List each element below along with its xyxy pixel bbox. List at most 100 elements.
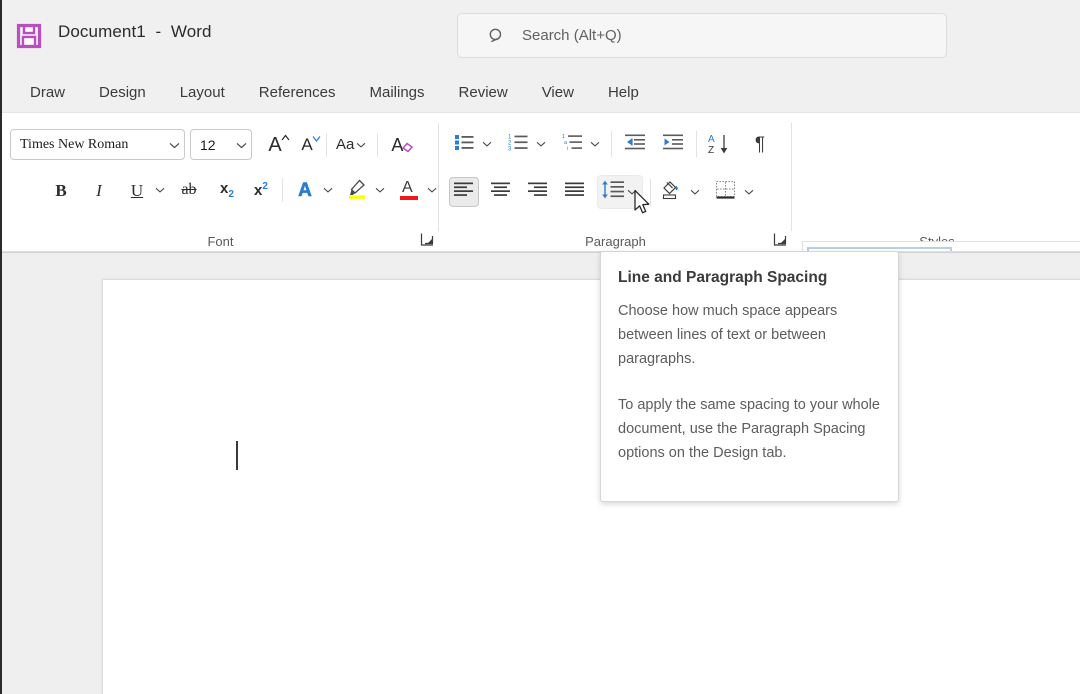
multilevel-list-button[interactable]: 1 a i (557, 129, 587, 159)
highlight-chevron-down-icon[interactable] (372, 175, 388, 205)
font-color-icon: A (398, 179, 420, 201)
tab-design[interactable]: Design (99, 80, 146, 105)
font-color-button[interactable]: A (394, 175, 424, 205)
tab-review[interactable]: Review (459, 80, 508, 105)
change-case-button[interactable]: Aa (331, 130, 373, 160)
tab-references[interactable]: References (259, 80, 336, 105)
strikethrough-button[interactable]: ab (174, 175, 204, 205)
align-right-button[interactable] (523, 177, 553, 207)
tab-view[interactable]: View (542, 80, 574, 105)
tab-layout[interactable]: Layout (180, 80, 225, 105)
multilevel-list-icon: 1 a i (562, 133, 583, 156)
mouse-cursor-icon (634, 190, 652, 217)
show-formatting-marks-button[interactable]: ¶ (745, 129, 775, 159)
text-effects-icon: A (298, 181, 312, 200)
text-effects-chevron-down-icon[interactable] (320, 175, 336, 205)
subscript-button[interactable]: x2 (212, 175, 242, 205)
divider (696, 131, 697, 157)
font-size-combo[interactable]: 12 (190, 129, 252, 160)
shading-chevron-down-icon[interactable] (687, 177, 703, 207)
multilevel-list-chevron-down-icon[interactable] (587, 129, 603, 159)
line-and-paragraph-spacing-icon (601, 180, 625, 204)
ribbon-group-font: Times New Roman 12 A (2, 113, 439, 253)
clear-formatting-icon: A (391, 136, 403, 154)
chevron-down-icon (163, 136, 180, 154)
grow-font-icon: A (268, 135, 281, 155)
italic-button[interactable]: I (84, 175, 114, 205)
search-input-placeholder[interactable]: Search (Alt+Q) (522, 27, 622, 44)
subscript-index: 2 (228, 189, 234, 200)
borders-icon (715, 180, 737, 205)
bold-icon: B (55, 182, 66, 199)
shrink-font-icon: A (301, 136, 312, 153)
numbering-chevron-down-icon[interactable] (533, 129, 549, 159)
numbering-button[interactable]: 1 2 3 (503, 129, 533, 159)
svg-text:Z: Z (708, 145, 714, 155)
highlighter-icon (346, 177, 368, 204)
shading-icon (661, 180, 683, 205)
underline-chevron-down-icon[interactable] (152, 175, 168, 205)
document-canvas[interactable] (2, 252, 1080, 694)
justify-button[interactable] (560, 177, 590, 207)
increase-indent-button[interactable] (658, 129, 688, 159)
bold-button[interactable]: B (46, 175, 76, 205)
line-spacing-tooltip: Line and Paragraph Spacing Choose how mu… (600, 251, 899, 502)
align-left-icon (454, 182, 474, 203)
font-dialog-launcher[interactable] (420, 232, 436, 248)
grow-font-button[interactable]: A (260, 130, 290, 160)
divider (282, 178, 283, 202)
save-floppy-icon[interactable] (15, 22, 43, 50)
document-title: Document1 - Word (58, 22, 212, 42)
divider (326, 133, 327, 157)
word-window: Document1 - Word Search (Alt+Q) Draw Des… (0, 0, 1080, 694)
italic-icon: I (96, 182, 102, 199)
shrink-font-button[interactable]: A (292, 130, 322, 160)
font-color-letter: A (402, 180, 413, 196)
clear-formatting-button[interactable]: A (382, 130, 412, 160)
tab-draw[interactable]: Draw (30, 80, 65, 105)
font-name-value: Times New Roman (20, 137, 128, 153)
decrease-indent-button[interactable] (620, 129, 650, 159)
align-left-button[interactable] (449, 177, 479, 207)
pilcrow-icon: ¶ (755, 135, 765, 154)
strikethrough-icon: ab (181, 182, 196, 198)
svg-text:3: 3 (508, 146, 512, 151)
divider (377, 133, 378, 157)
borders-button[interactable] (711, 177, 741, 207)
tab-mailings[interactable]: Mailings (369, 80, 424, 105)
sort-button[interactable]: A Z (705, 129, 735, 159)
text-highlight-color-button[interactable] (342, 175, 372, 205)
tab-help[interactable]: Help (608, 80, 639, 105)
text-effects-button[interactable]: A (290, 175, 320, 205)
increase-indent-icon (663, 133, 684, 156)
superscript-button[interactable]: x2 (246, 175, 276, 205)
chevron-down-icon (230, 136, 247, 154)
search-box[interactable]: Search (Alt+Q) (457, 13, 947, 58)
text-caret (236, 441, 238, 470)
change-case-icon: Aa (336, 137, 354, 152)
shading-button[interactable] (657, 177, 687, 207)
superscript-index: 2 (262, 181, 268, 192)
subscript-icon: x2 (220, 181, 234, 200)
font-group-label: Font (2, 234, 439, 249)
align-center-icon (491, 182, 511, 203)
paragraph-dialog-launcher[interactable] (773, 232, 789, 248)
font-name-combo[interactable]: Times New Roman (10, 129, 185, 160)
bullets-chevron-down-icon[interactable] (479, 129, 495, 159)
align-center-button[interactable] (486, 177, 516, 207)
borders-chevron-down-icon[interactable] (741, 177, 757, 207)
title-bar: Document1 - Word Search (Alt+Q) (2, 0, 1080, 72)
underline-button[interactable]: U (122, 175, 152, 205)
align-right-icon (528, 182, 548, 203)
document-page[interactable] (102, 279, 1080, 694)
numbering-icon: 1 2 3 (508, 133, 529, 156)
justify-icon (565, 182, 585, 203)
bullets-button[interactable] (449, 129, 479, 159)
ribbon-group-paragraph: 1 2 3 1 (439, 113, 792, 253)
tooltip-paragraph-2: To apply the same spacing to your whole … (618, 393, 880, 465)
chevron-down-icon[interactable] (354, 130, 368, 160)
shrink-font-letter: A (301, 135, 312, 154)
underline-icon: U (131, 182, 143, 199)
grow-font-letter: A (268, 134, 281, 156)
search-icon (488, 27, 506, 45)
